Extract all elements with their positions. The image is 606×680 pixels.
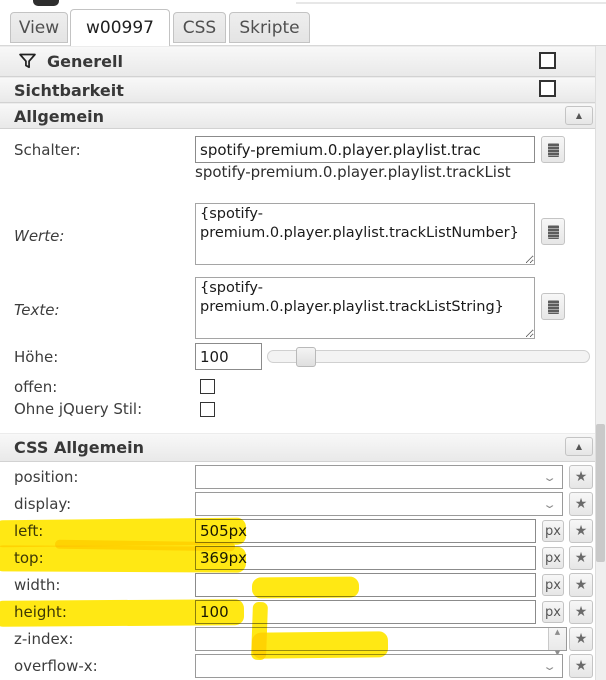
filter-icon <box>17 51 38 72</box>
width-input[interactable] <box>195 573 536 597</box>
width-favorite-button[interactable] <box>569 573 593 597</box>
tab-view[interactable]: View <box>10 12 68 43</box>
hoehe-label: Höhe: <box>14 348 59 366</box>
chevron-down-icon: ⌄ <box>542 470 557 484</box>
position-select[interactable]: ⌄ <box>195 465 563 489</box>
height-label: height: <box>14 603 67 621</box>
tab-w00997-label: w00997 <box>86 18 154 38</box>
section-header-generell[interactable]: Generell <box>0 46 595 77</box>
texte-label: Texte: <box>14 301 60 319</box>
cropped-icon-fragment <box>33 0 59 6</box>
z-index-label: z-index: <box>14 630 74 648</box>
collapse-allgemein-button[interactable] <box>565 106 593 125</box>
scrollbar-track[interactable] <box>595 46 606 680</box>
display-label: display: <box>14 495 72 513</box>
px-unit-label: px <box>545 550 561 566</box>
position-favorite-button[interactable] <box>569 465 593 489</box>
px-unit-label: px <box>545 577 561 593</box>
overflow-x-select[interactable]: ⌄ <box>195 654 563 678</box>
height-input[interactable] <box>195 600 536 624</box>
top-divider <box>296 2 606 4</box>
schalter-label: Schalter: <box>14 141 81 159</box>
section-title-allgemein: Allgemein <box>14 106 105 126</box>
display-select[interactable]: ⌄ <box>195 492 563 516</box>
z-index-spinner-field <box>195 627 567 651</box>
tab-skripte-label: Skripte <box>239 17 300 38</box>
top-input[interactable] <box>195 546 536 570</box>
tab-css[interactable]: CSS <box>173 12 226 43</box>
chevron-down-icon: ⌄ <box>542 659 557 673</box>
object-list-icon <box>547 142 559 157</box>
z-index-input[interactable] <box>196 628 548 650</box>
top-label: top: <box>14 549 44 567</box>
object-list-icon <box>547 299 559 314</box>
stepper-up-icon[interactable] <box>555 619 560 638</box>
ohne-jquery-label: Ohne jQuery Stil: <box>14 400 143 418</box>
hoehe-slider[interactable] <box>267 347 590 367</box>
properties-panel: View w00997 CSS Skripte Generell Sichtba… <box>0 0 606 680</box>
px-unit-label: px <box>545 604 561 620</box>
schalter-input[interactable] <box>195 136 535 163</box>
hoehe-input[interactable] <box>195 343 262 370</box>
section-header-sichtbarkeit[interactable]: Sichtbarkeit <box>0 77 595 103</box>
schalter-object-picker-button[interactable] <box>541 136 565 163</box>
werte-textarea[interactable]: {spotify-premium.0.player.playlist.track… <box>195 203 535 265</box>
width-label: width: <box>14 576 61 594</box>
object-list-icon <box>547 224 559 239</box>
left-input[interactable] <box>195 519 536 543</box>
scrollbar-thumb[interactable] <box>596 424 605 562</box>
overflow-x-favorite-button[interactable] <box>569 654 593 678</box>
section-header-allgemein[interactable]: Allgemein <box>0 103 595 129</box>
offen-checkbox[interactable] <box>200 379 215 394</box>
schalter-helper-text: spotify-premium.0.player.playlist.trackL… <box>195 163 511 181</box>
tab-w00997[interactable]: w00997 <box>70 9 170 46</box>
tab-view-label: View <box>18 17 60 38</box>
section-title-sichtbarkeit: Sichtbarkeit <box>14 80 124 100</box>
texte-textarea[interactable]: {spotify-premium.0.player.playlist.track… <box>195 277 535 339</box>
left-label: left: <box>14 522 44 540</box>
offen-label: offen: <box>14 378 58 396</box>
height-favorite-button[interactable] <box>569 600 593 624</box>
section-title-generell: Generell <box>47 52 123 71</box>
px-unit-label: px <box>545 523 561 539</box>
section-title-css-allgemein: CSS Allgemein <box>14 438 144 457</box>
width-unit-button[interactable]: px <box>542 574 564 596</box>
hoehe-slider-handle[interactable] <box>296 347 316 367</box>
z-index-favorite-button[interactable] <box>569 627 593 651</box>
collapse-css-allgemein-button[interactable] <box>565 437 593 456</box>
tab-css-label: CSS <box>182 17 217 38</box>
overflow-x-label: overflow-x: <box>14 657 98 675</box>
generell-checkbox[interactable] <box>539 52 556 69</box>
chevron-down-icon: ⌄ <box>542 497 557 511</box>
ohne-jquery-checkbox[interactable] <box>200 402 215 417</box>
top-unit-button[interactable]: px <box>542 547 564 569</box>
sichtbarkeit-checkbox[interactable] <box>539 80 556 97</box>
z-index-stepper[interactable] <box>548 628 566 650</box>
display-favorite-button[interactable] <box>569 492 593 516</box>
section-header-css-allgemein[interactable]: CSS Allgemein <box>0 433 595 462</box>
left-unit-button[interactable]: px <box>542 520 564 542</box>
tab-skripte[interactable]: Skripte <box>229 12 310 43</box>
position-label: position: <box>14 468 79 486</box>
werte-label: Werte: <box>14 227 65 245</box>
height-unit-button[interactable]: px <box>542 601 564 623</box>
top-favorite-button[interactable] <box>569 546 593 570</box>
werte-object-picker-button[interactable] <box>541 218 565 245</box>
left-favorite-button[interactable] <box>569 519 593 543</box>
texte-object-picker-button[interactable] <box>541 293 565 320</box>
